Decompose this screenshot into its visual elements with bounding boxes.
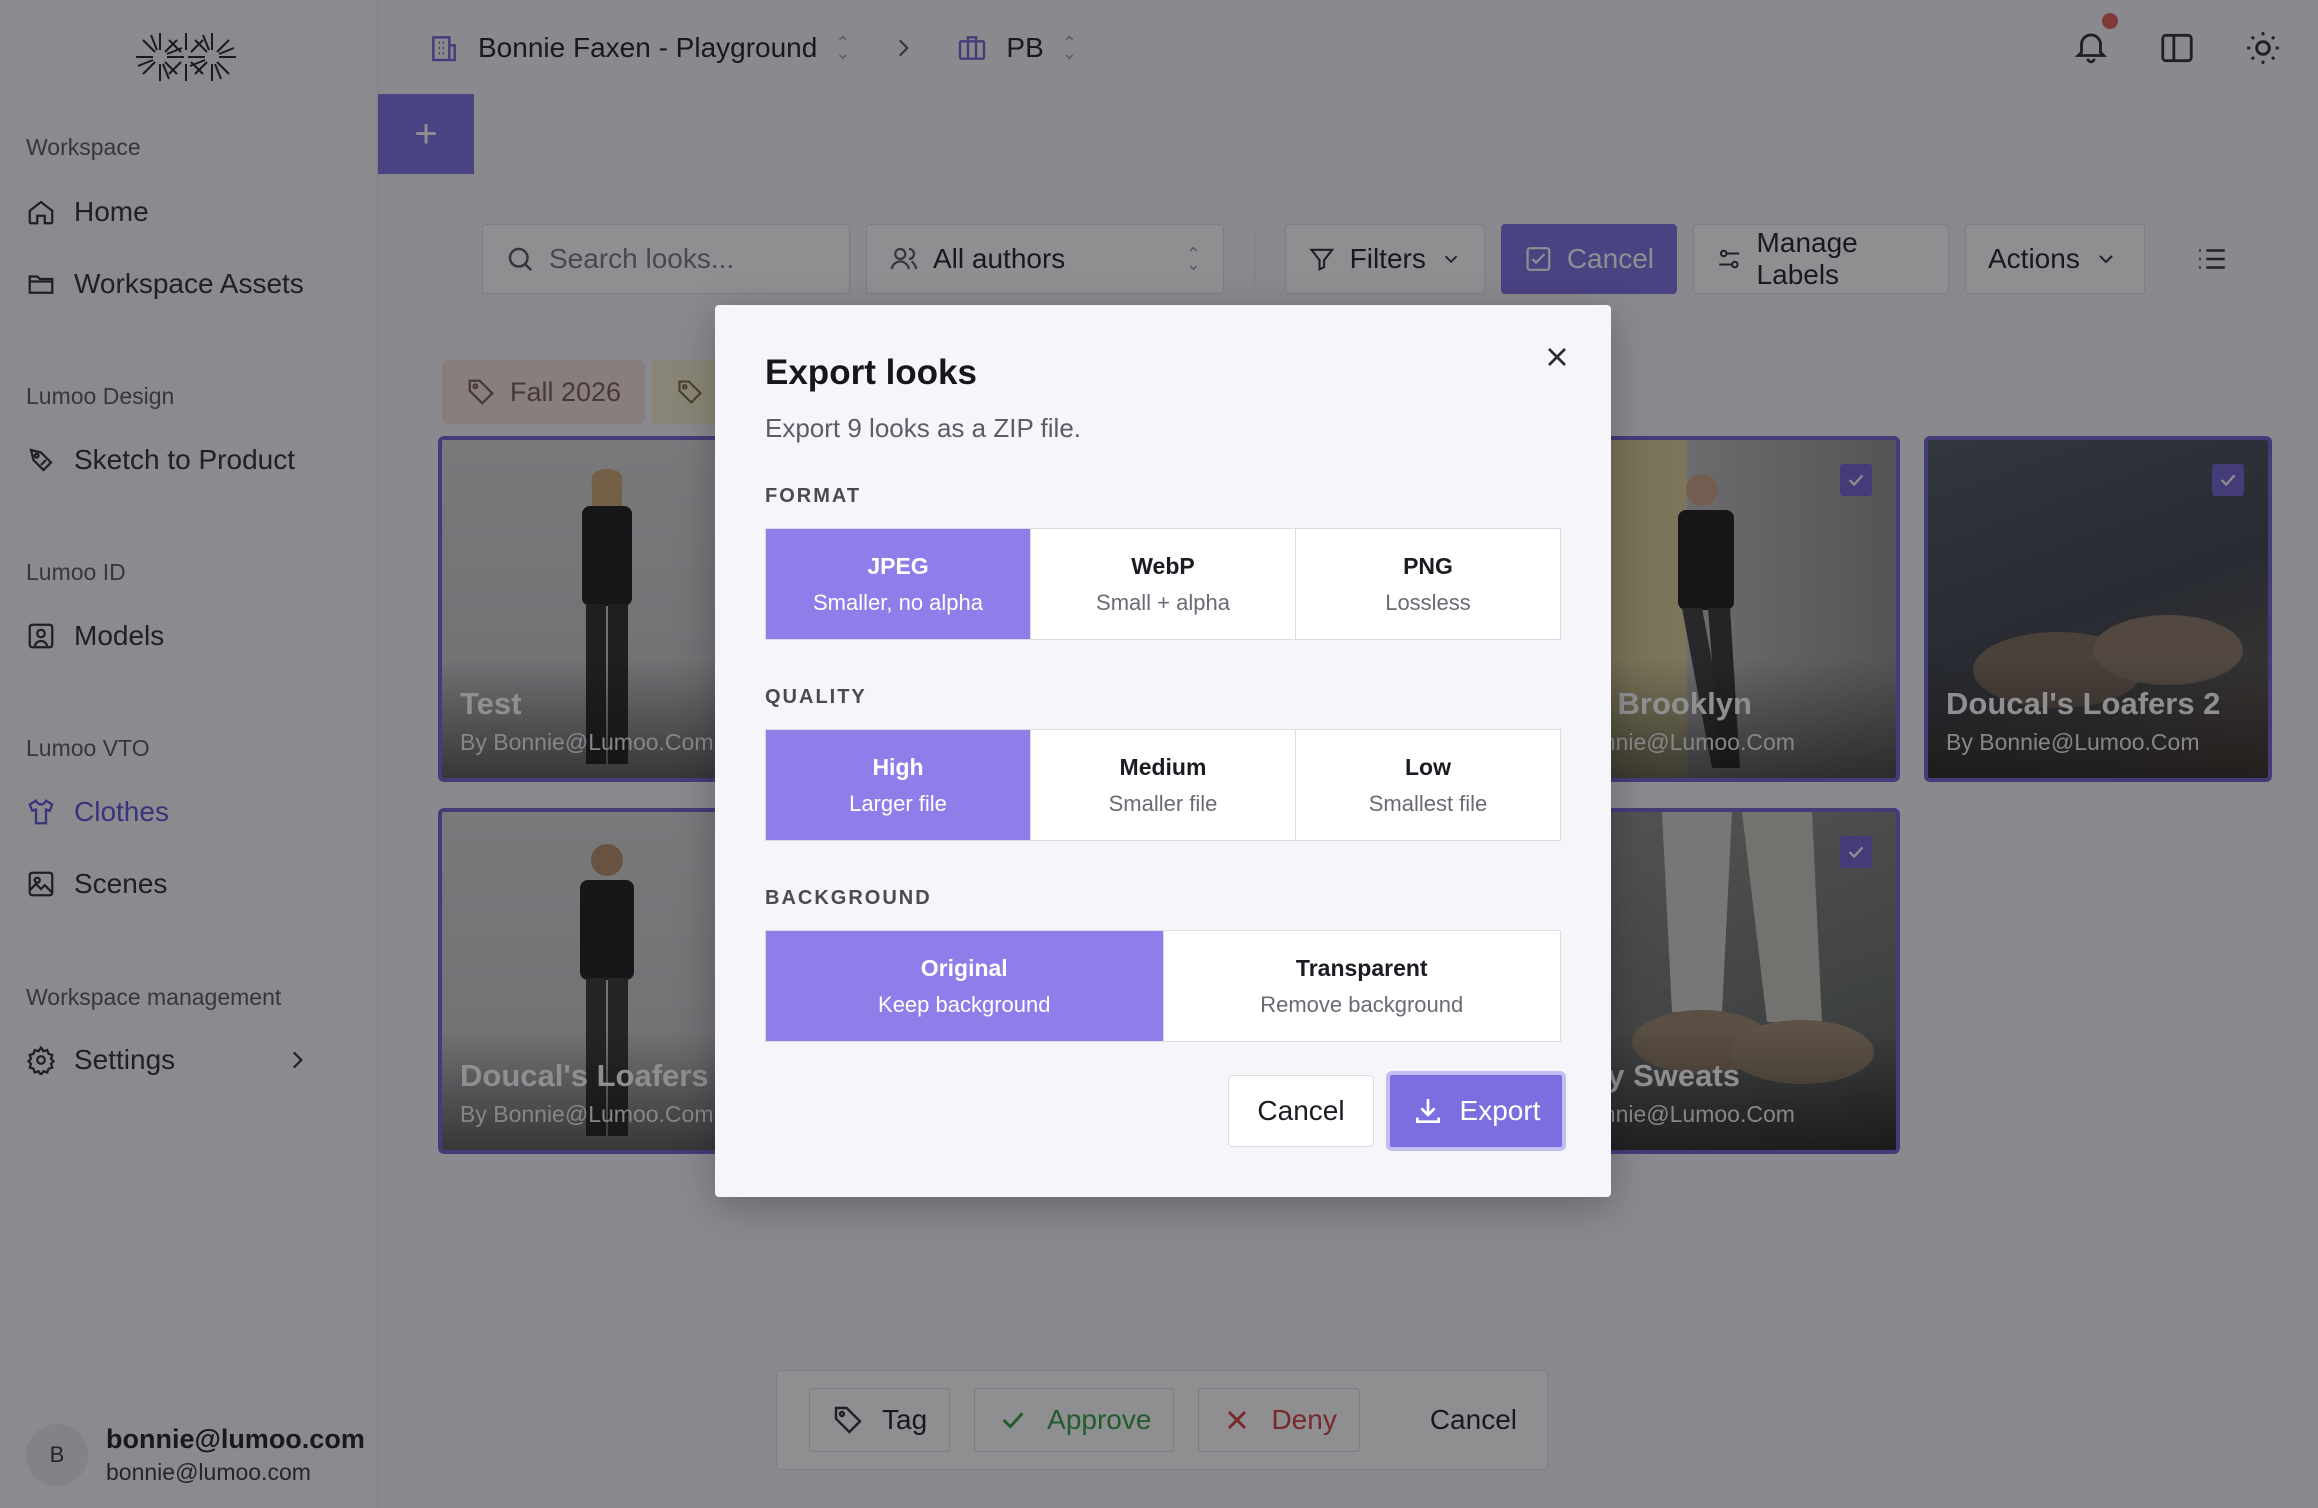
export-label: Export <box>1459 1095 1541 1126</box>
background-option-original[interactable]: Original Keep background <box>766 931 1164 1041</box>
format-option-png[interactable]: PNG Lossless <box>1296 529 1560 639</box>
option-name: JPEG <box>867 552 929 579</box>
option-desc: Remove background <box>1260 991 1464 1017</box>
option-desc: Lossless <box>1385 589 1471 615</box>
quality-selector: High Larger file Medium Smaller file Low… <box>765 729 1561 841</box>
format-selector: JPEG Smaller, no alpha WebP Small + alph… <box>765 528 1561 640</box>
option-desc: Keep background <box>878 991 1051 1017</box>
download-icon <box>1415 1099 1440 1123</box>
format-option-jpeg[interactable]: JPEG Smaller, no alpha <box>766 529 1031 639</box>
option-name: Low <box>1405 753 1451 780</box>
background-label: BACKGROUND <box>765 887 932 909</box>
option-name: Medium <box>1119 753 1207 780</box>
quality-option-medium[interactable]: Medium Smaller file <box>1031 730 1296 840</box>
option-desc: Small + alpha <box>1096 589 1230 615</box>
option-desc: Smaller file <box>1108 790 1218 816</box>
option-desc: Larger file <box>849 790 947 816</box>
option-name: Transparent <box>1295 954 1428 981</box>
quality-option-high[interactable]: High Larger file <box>766 730 1031 840</box>
format-option-webp[interactable]: WebP Small + alpha <box>1031 529 1296 639</box>
option-name: Original <box>920 954 1008 981</box>
close-icon[interactable] <box>1541 341 1573 373</box>
background-option-transparent[interactable]: Transparent Remove background <box>1164 931 1561 1041</box>
export-looks-dialog: Export looks Export 9 looks as a ZIP fil… <box>715 305 1611 1197</box>
format-label: FORMAT <box>765 485 862 507</box>
option-desc: Smaller, no alpha <box>813 589 983 615</box>
dialog-subtitle: Export 9 looks as a ZIP file. <box>765 413 1081 443</box>
dialog-title: Export looks <box>765 353 977 392</box>
quality-option-low[interactable]: Low Smallest file <box>1296 730 1560 840</box>
background-selector: Original Keep background Transparent Rem… <box>765 930 1561 1042</box>
export-button[interactable]: Export <box>1386 1071 1566 1151</box>
quality-label: QUALITY <box>765 686 867 708</box>
option-desc: Smallest file <box>1368 790 1488 816</box>
option-name: High <box>872 753 924 780</box>
option-name: PNG <box>1403 552 1453 579</box>
option-name: WebP <box>1131 552 1195 579</box>
cancel-button[interactable]: Cancel <box>1228 1075 1374 1147</box>
